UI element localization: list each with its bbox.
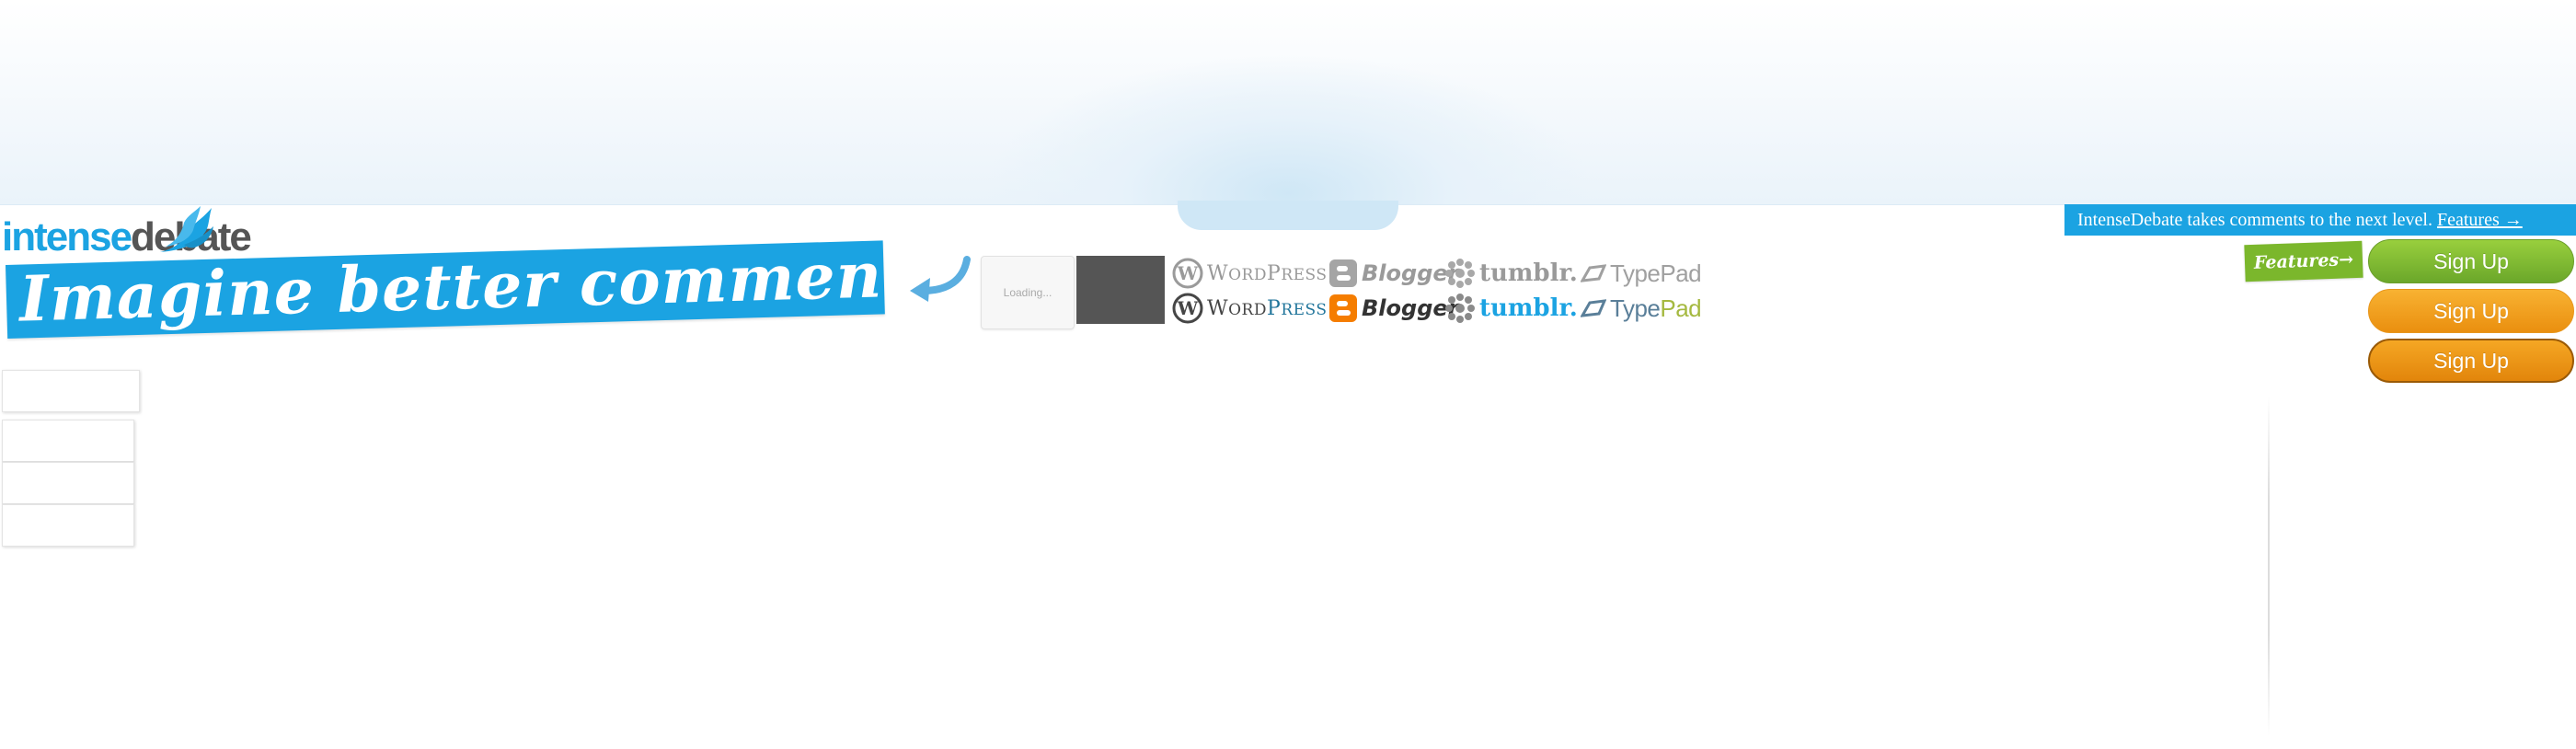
platform-blogger-faded[interactable]: Blogger <box>1328 258 1458 289</box>
flame-icon <box>160 206 213 252</box>
features-tag[interactable]: Features→ <box>2244 240 2363 282</box>
comment-preview-loading: Loading... <box>981 256 1075 329</box>
tumblr-icon <box>1445 294 1475 323</box>
typepad-label: TypePad <box>1610 259 1702 287</box>
tumblr-icon <box>1445 259 1475 288</box>
preview-thumbnail[interactable] <box>1076 256 1165 324</box>
platform-wordpress[interactable]: W WORDPRESS <box>1172 293 1328 324</box>
platform-wordpress-faded[interactable]: W WORDPRESS <box>1172 258 1328 289</box>
left-panel-item[interactable] <box>2 420 134 462</box>
left-panel-item[interactable] <box>2 504 134 547</box>
sign-up-button-green[interactable]: Sign Up <box>2368 239 2574 283</box>
loading-text: Loading... <box>1003 286 1052 299</box>
right-divider <box>2268 396 2270 736</box>
curved-arrow-icon <box>910 256 971 302</box>
ticker-text: IntenseDebate takes comments to the next… <box>2077 210 2432 230</box>
sign-up-button-pressed[interactable]: Sign Up <box>2368 339 2574 383</box>
left-panel-item[interactable] <box>2 462 134 504</box>
svg-text:W: W <box>1177 297 1199 319</box>
wordpress-label: WORDPRESS <box>1207 261 1328 285</box>
sign-up-button-orange[interactable]: Sign Up <box>2368 289 2574 333</box>
features-ticker: IntenseDebate takes comments to the next… <box>2064 204 2576 236</box>
platform-tumblr-faded[interactable]: tumblr. <box>1444 258 1578 289</box>
blogger-icon <box>1329 259 1357 287</box>
platform-typepad[interactable]: TypePad <box>1581 293 1702 324</box>
wordpress-icon: W <box>1172 258 1203 289</box>
typepad-icon <box>1581 264 1606 282</box>
typepad-label: TypePad <box>1610 294 1702 322</box>
svg-text:W: W <box>1177 262 1199 284</box>
features-link[interactable]: Features → <box>2437 210 2523 230</box>
tumblr-label: tumblr. <box>1479 259 1578 287</box>
left-panel-tab[interactable] <box>2 370 140 412</box>
blogger-icon <box>1329 294 1357 322</box>
tumblr-label: tumblr. <box>1479 294 1578 322</box>
platform-tumblr[interactable]: tumblr. <box>1444 293 1578 324</box>
wordpress-label: WORDPRESS <box>1207 296 1328 320</box>
typepad-icon <box>1581 299 1606 317</box>
intensedebate-logo[interactable]: intensedebate <box>2 204 252 259</box>
platform-typepad-faded[interactable]: TypePad <box>1581 258 1702 289</box>
header-background <box>0 0 2576 205</box>
header-tab <box>1178 201 1398 230</box>
logo-intense-text: intense <box>2 214 132 259</box>
platform-blogger[interactable]: Blogger <box>1328 293 1458 324</box>
wordpress-icon: W <box>1172 293 1203 324</box>
